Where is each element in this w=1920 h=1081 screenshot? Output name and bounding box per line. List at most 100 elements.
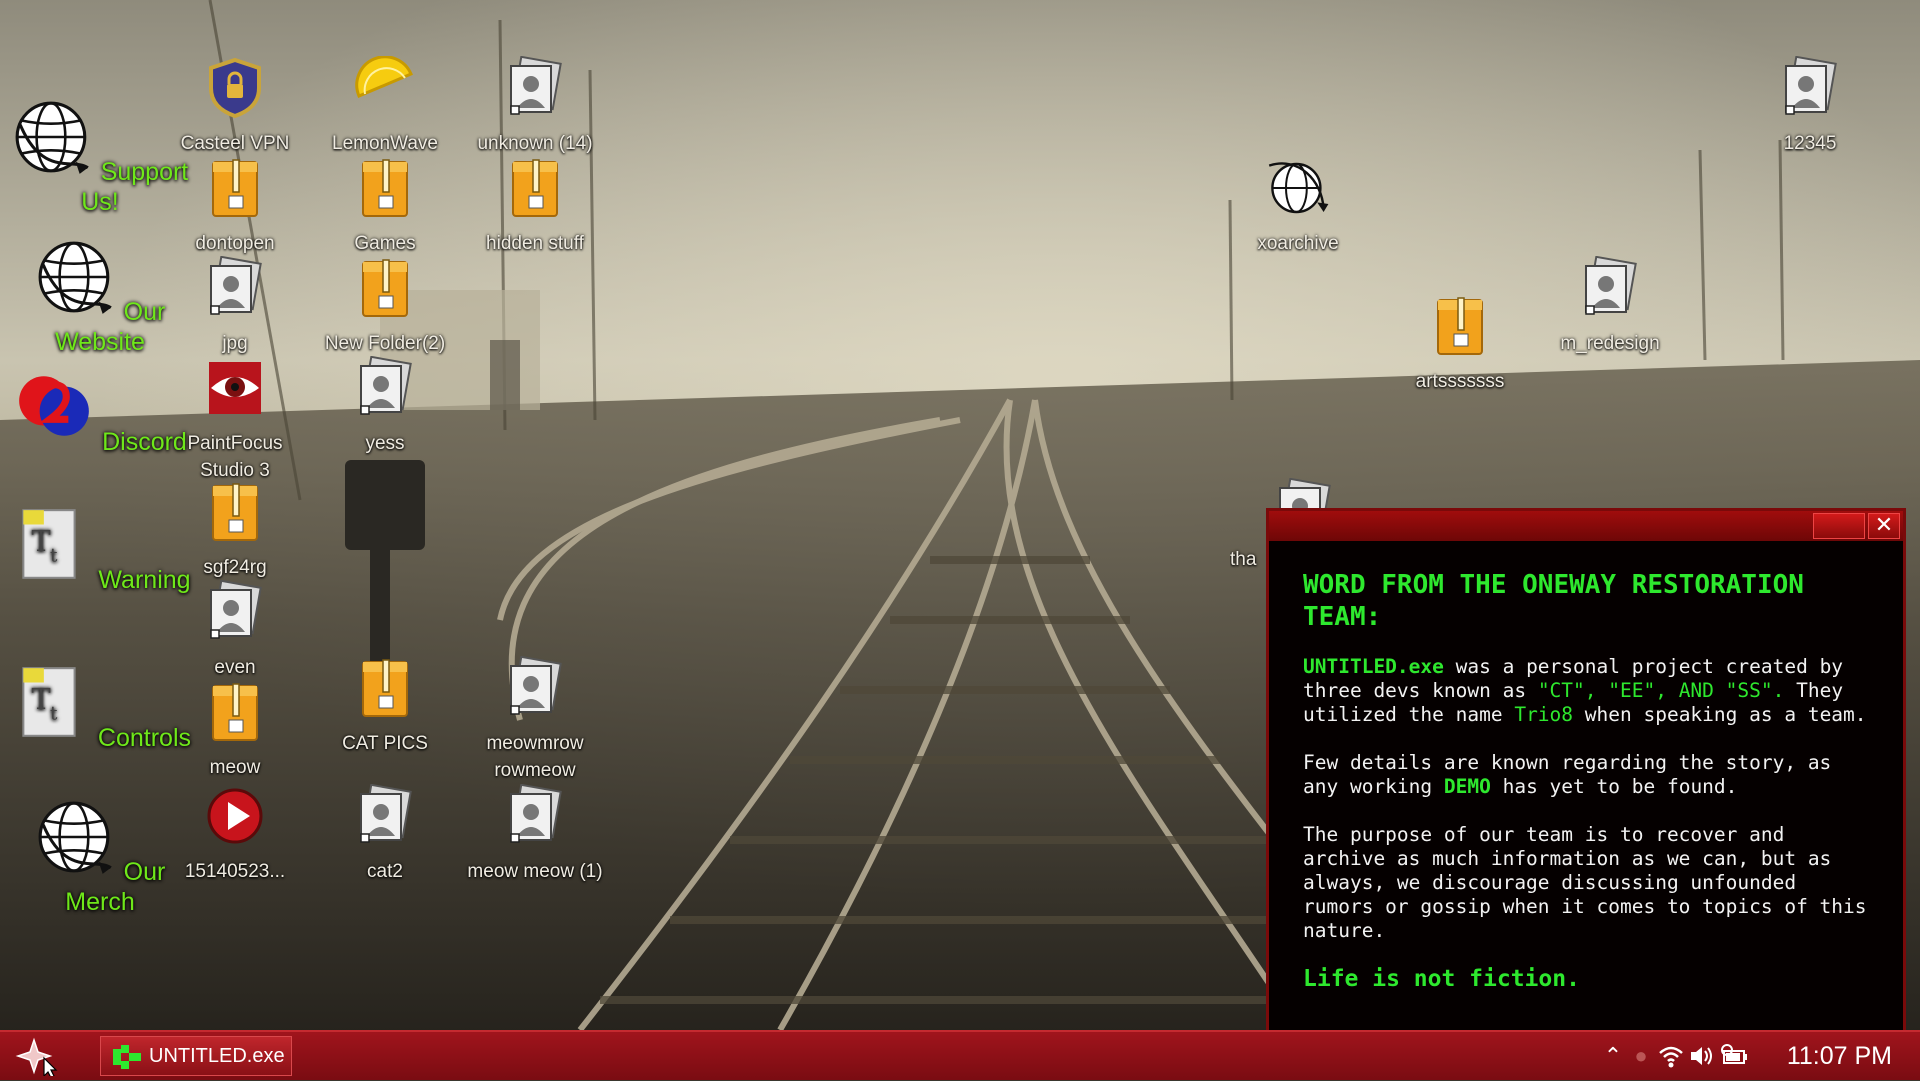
microphone-icon[interactable]: ● — [1628, 1043, 1654, 1069]
image-file-icon — [353, 784, 417, 848]
folder-icon — [353, 256, 417, 320]
lemonwave-shortcut[interactable]: LemonWave — [310, 55, 460, 157]
team-name: Trio8 — [1514, 703, 1574, 726]
artssssss-folder[interactable]: artsssssss — [1385, 294, 1535, 395]
partially-hidden-file[interactable]: tha — [1230, 476, 1270, 573]
svg-text:T: T — [32, 524, 51, 558]
folder-icon — [503, 156, 567, 220]
icon-label: Casteel VPN — [180, 133, 290, 154]
cat-pics-folder[interactable]: CAT PICS — [310, 656, 460, 757]
task-untitled-exe[interactable]: UNTITLED.exe — [100, 1036, 292, 1076]
paintfocus-studio-shortcut[interactable]: PaintFocus Studio 3 — [160, 356, 310, 484]
dontopen-folder[interactable]: dontopen — [160, 156, 310, 257]
popup-paragraph-3: The purpose of our team is to recover an… — [1303, 823, 1867, 942]
icon-label: rowmeow — [494, 760, 576, 781]
volume-icon[interactable] — [1688, 1043, 1714, 1069]
shield-lock-icon — [209, 57, 261, 119]
icon-label: 15140523... — [184, 861, 286, 882]
icon-label: unknown (14) — [477, 133, 593, 154]
unknown-14-file[interactable]: unknown (14) — [460, 56, 610, 157]
icon-label: cat2 — [367, 861, 403, 882]
chevron-up-icon[interactable]: ⌃ — [1600, 1043, 1626, 1069]
icon-label: yess — [365, 433, 405, 454]
icon-label: sgf24rg — [203, 557, 267, 578]
icon-label: even — [214, 657, 256, 678]
image-file-icon — [353, 356, 417, 420]
discord-icon — [19, 376, 89, 436]
cat2-file[interactable]: cat2 — [310, 784, 460, 885]
image-file-icon — [503, 784, 567, 848]
folder-icon — [203, 680, 267, 744]
meow-folder[interactable]: meow — [160, 680, 310, 781]
clock[interactable]: 11:07 PM — [1787, 1032, 1892, 1080]
battery-icon[interactable] — [1720, 1043, 1747, 1069]
image-file-icon — [1578, 256, 1642, 320]
folder-icon — [1428, 294, 1492, 358]
app-icon — [113, 1045, 141, 1069]
file-12345[interactable]: 12345 — [1735, 56, 1885, 157]
popup-paragraph-2: Few details are known regarding the stor… — [1303, 751, 1869, 799]
system-tray: ⌃ ● 11:07 PM — [1590, 1032, 1920, 1080]
globe-icon — [38, 241, 112, 314]
folder-icon — [203, 480, 267, 544]
start-button[interactable] — [8, 1036, 60, 1079]
icon-label: Games — [354, 233, 416, 254]
globe-icon — [38, 801, 112, 874]
jpg-file[interactable]: jpg — [160, 256, 310, 357]
dev-names: "CT", "EE", AND "SS". — [1537, 679, 1785, 702]
icon-label: dontopen — [195, 233, 275, 254]
icon-label: xoarchive — [1257, 233, 1339, 254]
eye-icon — [209, 362, 261, 414]
wifi-icon[interactable] — [1658, 1043, 1684, 1069]
xoarchive-shortcut[interactable]: xoarchive — [1223, 156, 1373, 257]
meow-meow-1-file[interactable]: meow meow (1) — [460, 784, 610, 885]
popup-close-button[interactable]: ✕ — [1868, 513, 1900, 539]
meowmrow-rowmeow-file[interactable]: meowmrow rowmeow — [460, 656, 610, 784]
popup-paragraph-1: UNTITLED.exe was a personal project crea… — [1303, 655, 1869, 727]
popup-minimize-button[interactable] — [1813, 513, 1865, 539]
svg-text:t: t — [50, 703, 58, 724]
icon-label: jpg — [222, 333, 248, 354]
icon-label: 12345 — [1783, 133, 1837, 154]
popup-body: WORD FROM THE ONEWAY RESTORATION TEAM: U… — [1269, 541, 1903, 991]
icon-label: PaintFocus — [187, 433, 283, 454]
new-folder-2[interactable]: New Folder(2) — [310, 256, 460, 357]
icon-label: LemonWave — [332, 133, 438, 154]
icon-label: hidden stuff — [486, 233, 584, 254]
popup-heading: WORD FROM THE ONEWAY RESTORATION TEAM: — [1303, 570, 1804, 632]
casteel-vpn-shortcut[interactable]: Casteel VPN — [160, 56, 310, 157]
video-file[interactable]: 15140523... — [160, 784, 310, 885]
svg-text:T: T — [32, 682, 51, 716]
folder-icon — [353, 156, 417, 220]
games-folder[interactable]: Games — [310, 156, 460, 257]
text-span: when speaking as a team. — [1573, 703, 1867, 726]
even-file[interactable]: even — [160, 580, 310, 681]
icon-label: m_redesign — [1560, 333, 1660, 354]
image-file-icon — [503, 56, 567, 120]
text-span: has yet to be found. — [1490, 775, 1738, 798]
play-icon — [207, 788, 263, 844]
image-file-icon — [1778, 56, 1842, 120]
lemon-icon — [355, 55, 413, 98]
close-icon: ✕ — [1874, 512, 1894, 537]
popup-titlebar[interactable]: ✕ — [1269, 511, 1903, 541]
project-name: UNTITLED.exe — [1303, 655, 1444, 678]
globe-icon — [1268, 162, 1329, 214]
restoration-team-popup: ✕ WORD FROM THE ONEWAY RESTORATION TEAM:… — [1266, 508, 1906, 1030]
icon-label: tha — [1230, 549, 1257, 570]
taskbar: UNTITLED.exe ⌃ ● 11:07 PM — [0, 1030, 1920, 1080]
icon-label: meow — [209, 757, 261, 778]
demo-highlight: DEMO — [1443, 775, 1491, 798]
text-document-icon: T t — [22, 509, 77, 579]
icon-label: meow meow (1) — [467, 861, 603, 882]
popup-motto: Life is not fiction. — [1303, 966, 1580, 992]
m-redesign-file[interactable]: m_redesign — [1535, 256, 1685, 357]
sparkle-icon — [15, 1037, 58, 1079]
text-document-icon: T t — [22, 667, 76, 737]
image-file-icon — [203, 256, 267, 320]
hidden-stuff-folder[interactable]: hidden stuff — [460, 156, 610, 257]
svg-text:t: t — [50, 545, 58, 566]
icon-label: meowmrow — [486, 733, 584, 754]
sgf24rg-folder[interactable]: sgf24rg — [160, 480, 310, 581]
yess-file[interactable]: yess — [310, 356, 460, 457]
